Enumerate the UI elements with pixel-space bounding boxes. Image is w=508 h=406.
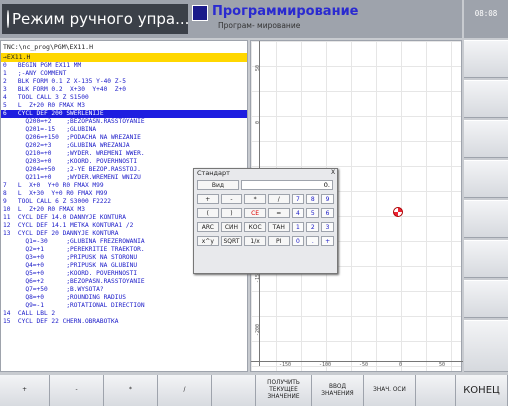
horizontal-tick-label: -50 — [359, 362, 369, 368]
programming-title: Программирование — [212, 4, 359, 19]
calculator-key[interactable]: 1 — [291, 222, 305, 232]
calculator-key[interactable]: ) — [220, 208, 243, 218]
program-file-name: →EX11.H — [1, 53, 247, 62]
calculator-window[interactable]: Стандарт X Вид 0. + - */7 8 9() CE = 4 5 6 ARC СИН К… — [193, 168, 338, 274]
calculator-key[interactable]: ARC — [197, 222, 219, 232]
program-line[interactable]: 4 TOOL CALL 3 Z S1500 — [1, 94, 247, 102]
vertical-softkey-3[interactable] — [464, 120, 508, 158]
program-line[interactable]: 5 L Z+20 R0 FMAX M3 — [1, 102, 247, 110]
calculator-titlebar[interactable]: Стандарт X — [194, 169, 337, 179]
program-line[interactable]: 0 BEGIN PGM EX11 MM — [1, 62, 247, 70]
horizontal-ruler: -150 -100 -50 0 50 — [251, 361, 463, 369]
program-line[interactable]: 14 CALL LBL 2 — [1, 310, 247, 318]
calculator-key[interactable]: x^y — [197, 236, 219, 246]
calculator-key[interactable]: + — [197, 194, 219, 204]
vertical-softkey-7[interactable] — [464, 280, 508, 318]
vertical-softkey-5[interactable] — [464, 200, 508, 238]
softkey-3[interactable]: * — [104, 375, 158, 406]
program-line[interactable]: Q201=-15 ;GLUBINA — [1, 126, 247, 134]
calculator-key[interactable]: + — [321, 236, 334, 246]
calculator-view-menu[interactable]: Вид — [197, 180, 239, 190]
vertical-softkey-8[interactable] — [464, 320, 508, 372]
program-line[interactable]: 3 BLK FORM 0.2 X+30 Y+40 Z+0 — [1, 86, 247, 94]
program-line[interactable]: Q6=+2 ;BEZOPASN.RASSTOYANIE — [1, 278, 247, 286]
calculator-key[interactable]: КОС — [244, 222, 266, 232]
program-line[interactable]: Q206=+150 ;PODACHA NA WREZANIE — [1, 134, 247, 142]
clock: 08:08 — [464, 0, 508, 38]
horizontal-tick-label: 50 — [439, 362, 446, 368]
program-line[interactable]: Q7=+50 ;B.WYSOTA? — [1, 286, 247, 294]
program-line[interactable]: Q203=+0 ;KOORD. POVERHNOSTI — [1, 158, 247, 166]
calculator-key[interactable]: = — [267, 208, 290, 218]
softkey-6[interactable]: ПОЛУЧИТЬ ТЕКУЩЕЕ ЗНАЧЕНИЕ — [256, 375, 312, 406]
calculator-key[interactable]: 6 — [321, 208, 334, 218]
vertical-softkey-4[interactable] — [464, 160, 508, 198]
machine-mode-tab[interactable]: Режим ручного упра... — [2, 4, 190, 34]
softkey-10[interactable]: КОНЕЦ — [456, 375, 508, 406]
programming-subtitle: Програм- мирование — [218, 21, 301, 30]
calculator-key[interactable]: SQRT — [220, 236, 243, 246]
program-line[interactable]: Q200=+2 ;BEZOPASN.RASSTOYANIE — [1, 118, 247, 126]
vertical-tick-label: -200 — [255, 323, 261, 336]
softkey-1[interactable]: + — [0, 375, 50, 406]
horizontal-tick-label: -150 — [279, 362, 292, 368]
softkey-8[interactable]: ЗНАЧ. ОСИ — [364, 375, 416, 406]
vertical-softkey-2[interactable] — [464, 80, 508, 118]
calculator-key[interactable]: ( — [197, 208, 219, 218]
calculator-key[interactable]: PI — [267, 236, 290, 246]
calculator-key[interactable]: 9 — [321, 194, 334, 204]
calculator-key[interactable]: 2 — [306, 222, 320, 232]
calculator-key[interactable]: 3 — [321, 222, 334, 232]
program-path: TNC:\nc_prog\PGM\EX11.H — [3, 43, 94, 51]
program-line[interactable]: Q202=+3 ;GLUBINA WREZANJA — [1, 142, 247, 150]
header-bar: Режим ручного упра... Программирование П… — [0, 0, 462, 38]
softkey-2[interactable]: - — [50, 375, 104, 406]
softkey-bar: + - * / ПОЛУЧИТЬ ТЕКУЩЕЕ ЗНАЧЕНИЕ ВВОД ЗНАЧЕН… — [0, 375, 508, 406]
horizontal-tick-label: -100 — [319, 362, 332, 368]
softkey-5[interactable] — [212, 375, 256, 406]
softkey-9[interactable] — [416, 375, 456, 406]
program-line[interactable]: 6 CYCL DEF 200 SWERLENIJE — [1, 110, 247, 118]
vertical-tick-label: 50 — [255, 64, 261, 71]
manual-mode-icon — [7, 10, 9, 28]
calculator-key[interactable]: 8 — [306, 194, 320, 204]
programming-mode-tab[interactable]: Программирование Програм- мирование — [192, 4, 392, 34]
calculator-key[interactable]: * — [244, 194, 266, 204]
horizontal-tick-label: 0 — [399, 362, 403, 368]
programming-icon — [192, 5, 208, 21]
calculator-key[interactable]: . — [306, 236, 320, 246]
calculator-key[interactable]: - — [220, 194, 243, 204]
program-line[interactable]: 2 BLK FORM 0.1 Z X-135 Y-40 Z-5 — [1, 78, 247, 86]
calculator-key[interactable]: 5 — [306, 208, 320, 218]
program-line[interactable]: 1 ;-ANY COMMENT — [1, 70, 247, 78]
close-icon[interactable]: X — [329, 169, 337, 176]
calculator-display: 0. — [241, 180, 333, 190]
vertical-softkey-6[interactable] — [464, 240, 508, 278]
machine-mode-title: Режим ручного упра... — [12, 10, 190, 28]
calculator-key[interactable]: СИН — [220, 222, 243, 232]
calculator-key[interactable]: 0 — [291, 236, 305, 246]
vertical-tick-label: 0 — [255, 120, 261, 124]
workpiece-origin-icon — [393, 207, 403, 217]
calculator-key[interactable]: 4 — [291, 208, 305, 218]
calculator-key[interactable]: / — [267, 194, 290, 204]
softkey-4[interactable]: / — [158, 375, 212, 406]
calculator-key[interactable]: CE — [244, 208, 266, 218]
calculator-key[interactable]: 7 — [291, 194, 305, 204]
calculator-key[interactable]: ТАН — [267, 222, 290, 232]
calculator-key[interactable]: 1/x — [244, 236, 266, 246]
calculator-title: Стандарт — [197, 169, 230, 177]
program-line[interactable]: 15 CYCL DEF 22 CHERN.OBRABOTKA — [1, 318, 247, 326]
vertical-softkey-1[interactable] — [464, 40, 508, 78]
program-line[interactable]: Q8=+0 ;ROUNDING RADIUS — [1, 294, 247, 302]
program-line[interactable]: Q210=+0 ;WYDER. WREMENI WWER. — [1, 150, 247, 158]
program-line[interactable]: Q9=-1 ;ROTATIONAL DIRECTION — [1, 302, 247, 310]
softkey-7[interactable]: ВВОД ЗНАЧЕНИЯ — [312, 375, 364, 406]
